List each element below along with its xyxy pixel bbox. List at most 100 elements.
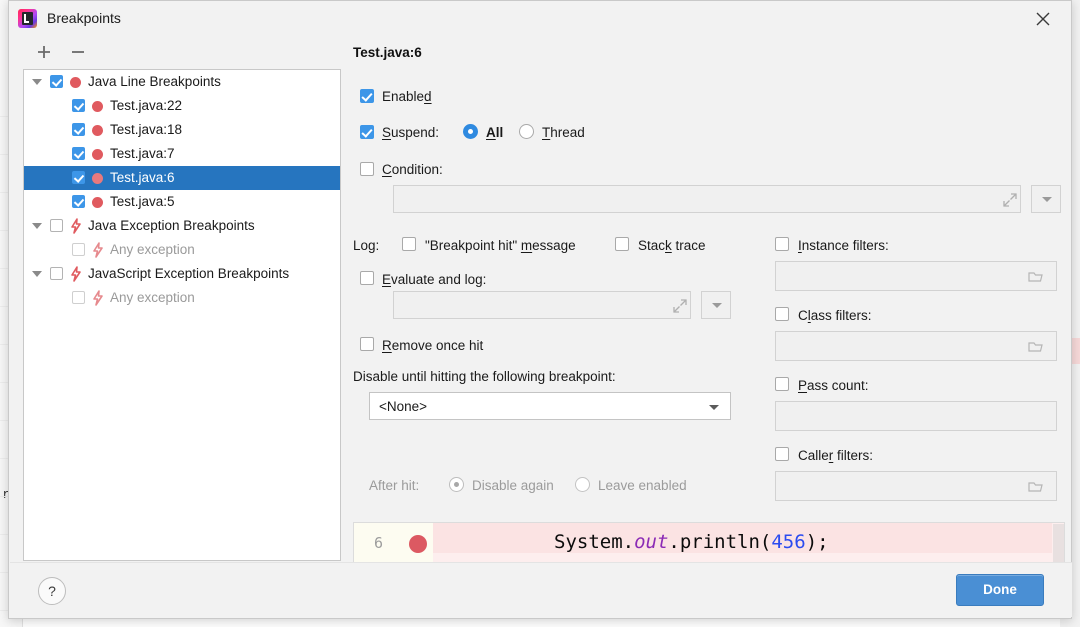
folder-icon[interactable] <box>1028 340 1043 352</box>
tree-item[interactable]: Java Exception Breakpoints <box>24 214 340 238</box>
evaluate-log-dropdown-button[interactable] <box>701 291 731 319</box>
tree-item[interactable]: Java Line Breakpoints <box>24 70 340 94</box>
suspend-all-radio[interactable] <box>463 124 478 139</box>
tree-item-label: Java Exception Breakpoints <box>88 214 255 238</box>
caller-filters-input[interactable] <box>775 471 1057 501</box>
tree-item-checkbox[interactable] <box>50 219 63 232</box>
chevron-down-icon[interactable] <box>32 79 42 85</box>
breakpoint-dot-icon <box>92 125 103 136</box>
tree-item-checkbox[interactable] <box>72 291 85 304</box>
suspend-thread-radio[interactable] <box>519 124 534 139</box>
after-hit-label: After hit: <box>369 478 419 493</box>
after-hit-leave-enabled-radio[interactable] <box>575 477 590 492</box>
condition-input[interactable] <box>393 185 1021 213</box>
help-button[interactable]: ? <box>38 577 66 605</box>
caller-filters-checkbox[interactable] <box>775 447 789 461</box>
remove-breakpoint-button[interactable] <box>65 39 91 65</box>
instance-filters-checkbox[interactable] <box>775 237 789 251</box>
after-hit-disable-again-label: Disable again <box>472 478 554 493</box>
evaluate-log-input[interactable] <box>393 291 691 319</box>
pass-count-checkbox[interactable] <box>775 377 789 391</box>
folder-icon[interactable] <box>1028 480 1043 492</box>
tree-item-checkbox[interactable] <box>72 195 85 208</box>
tree-item-label: Any exception <box>110 286 195 310</box>
remove-once-hit-checkbox[interactable] <box>360 337 374 351</box>
breakpoint-title: Test.java:6 <box>353 45 1065 60</box>
tree-item[interactable]: Test.java:18 <box>24 118 340 142</box>
tree-item-label: Test.java:5 <box>110 190 175 214</box>
tree-toolbar <box>23 39 341 67</box>
expand-icon[interactable] <box>673 299 687 313</box>
chevron-down-icon[interactable] <box>32 223 42 229</box>
tree-item-checkbox[interactable] <box>72 123 85 136</box>
suspend-label: Suspend: <box>382 125 439 140</box>
tree-item[interactable]: Test.java:7 <box>24 142 340 166</box>
after-hit-leave-enabled-label: Leave enabled <box>598 478 687 493</box>
chevron-down-icon <box>1042 197 1052 202</box>
expand-icon[interactable] <box>1003 193 1017 207</box>
add-breakpoint-button[interactable] <box>31 39 57 65</box>
after-hit-disable-again-radio[interactable] <box>449 477 464 492</box>
class-filters-label: Class filters: <box>798 308 872 323</box>
class-filters-input[interactable] <box>775 331 1057 361</box>
condition-dropdown-button[interactable] <box>1031 185 1061 213</box>
tree-item-checkbox[interactable] <box>72 99 85 112</box>
breakpoint-dot-icon <box>92 197 103 208</box>
pass-count-input[interactable] <box>775 401 1057 431</box>
exception-bolt-icon <box>92 242 104 258</box>
tree-item[interactable]: Any exception <box>24 286 340 310</box>
tree-item-label: Java Line Breakpoints <box>88 70 221 94</box>
code-token-field: out <box>634 531 668 553</box>
tree-item-selected[interactable]: Test.java:6 <box>24 166 340 190</box>
exception-bolt-icon <box>92 290 104 306</box>
tree-item-label: JavaScript Exception Breakpoints <box>88 262 289 286</box>
class-filters-checkbox[interactable] <box>775 307 789 321</box>
tree-item-checkbox[interactable] <box>72 171 85 184</box>
tree-item-checkbox[interactable] <box>72 243 85 256</box>
dialog-footer: ? Done <box>10 562 1072 617</box>
breakpoints-tree[interactable]: Java Line BreakpointsTest.java:22Test.ja… <box>23 69 341 561</box>
dialog-title: Breakpoints <box>47 10 121 26</box>
intellij-idea-icon <box>18 9 37 28</box>
disable-until-select[interactable]: <None> <box>369 392 731 420</box>
done-button[interactable]: Done <box>956 574 1044 606</box>
exception-bolt-icon <box>70 218 82 234</box>
tree-item-label: Any exception <box>110 238 195 262</box>
breakpoint-dot-icon[interactable] <box>409 535 427 553</box>
code-scrollbar[interactable] <box>1053 524 1064 564</box>
tree-item[interactable]: Any exception <box>24 238 340 262</box>
breakpoint-dot-icon <box>92 149 103 160</box>
help-icon: ? <box>39 578 65 604</box>
disable-until-label: Disable until hitting the following brea… <box>353 369 616 384</box>
remove-once-hit-label: Remove once hit <box>382 338 483 353</box>
instance-filters-input[interactable] <box>775 261 1057 291</box>
folder-icon[interactable] <box>1028 270 1043 282</box>
log-stacktrace-checkbox[interactable] <box>615 237 629 251</box>
chevron-down-icon <box>712 303 722 308</box>
tree-item-checkbox[interactable] <box>50 75 63 88</box>
tree-item[interactable]: Test.java:22 <box>24 94 340 118</box>
chevron-down-icon[interactable] <box>32 271 42 277</box>
tree-item[interactable]: Test.java:5 <box>24 190 340 214</box>
code-text: System.out.println(456); <box>554 531 829 553</box>
tree-item-checkbox[interactable] <box>72 147 85 160</box>
code-preview: 6 System.out.println(456); <box>353 522 1065 566</box>
close-icon[interactable] <box>1029 6 1057 32</box>
code-token-before: System. <box>554 531 634 553</box>
done-button-label: Done <box>957 575 1043 605</box>
breakpoints-dialog: Breakpoints Java Line BreakpointsTest.ja… <box>8 0 1072 619</box>
tree-item[interactable]: JavaScript Exception Breakpoints <box>24 262 340 286</box>
evaluate-log-checkbox[interactable] <box>360 271 374 285</box>
log-message-checkbox[interactable] <box>402 237 416 251</box>
breakpoint-details-panel: Test.java:6 Enabled Suspend: All Thread … <box>353 45 1065 60</box>
breakpoint-dot-icon <box>92 101 103 112</box>
log-prefix-label: Log: <box>353 238 379 253</box>
tree-item-checkbox[interactable] <box>50 267 63 280</box>
disable-until-value: <None> <box>379 399 427 414</box>
tree-item-label: Test.java:6 <box>110 166 175 190</box>
log-message-label: "Breakpoint hit" message <box>425 238 576 253</box>
pass-count-label: Pass count: <box>798 378 869 393</box>
code-token-number: 456 <box>771 531 805 553</box>
evaluate-log-label: Evaluate and log: <box>382 272 486 287</box>
tree-item-label: Test.java:18 <box>110 118 182 142</box>
